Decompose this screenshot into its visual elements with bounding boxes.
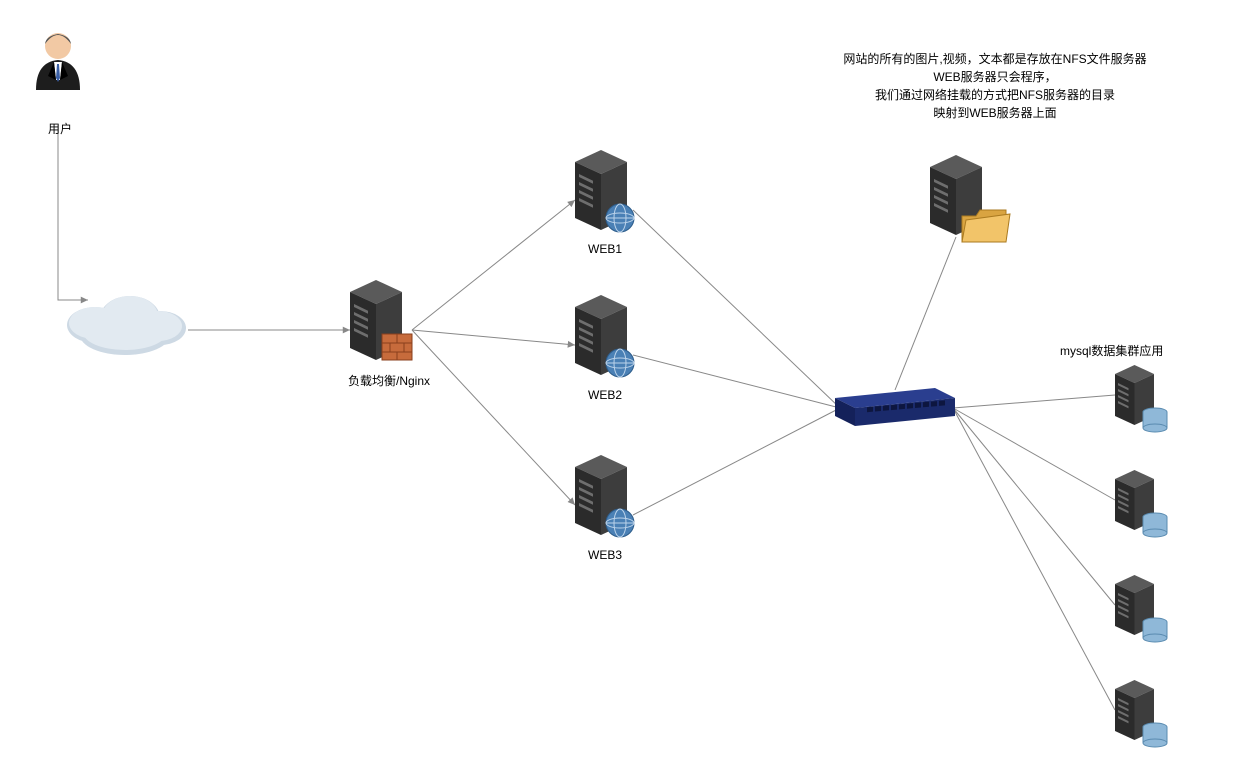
web1-label: WEB1 [588, 242, 622, 256]
user-label: 用户 [48, 120, 72, 137]
diagram-canvas: 用户 负载均衡/Nginx WEB1 WEB2 WEB3 mysql数据集群应用… [0, 0, 1256, 760]
nfs-server-icon [930, 155, 1010, 242]
web2-label: WEB2 [588, 388, 622, 402]
web2-server-icon [575, 295, 634, 377]
switch-icon [835, 388, 955, 426]
desc-line4: 映射到WEB服务器上面 [840, 104, 1150, 122]
web3-label: WEB3 [588, 548, 622, 562]
nfs-description: 网站的所有的图片,视频，文本都是存放在NFS文件服务器 WEB服务器只会程序， … [840, 50, 1150, 122]
mysql-label: mysql数据集群应用 [1060, 342, 1163, 359]
db3-server-icon [1115, 575, 1167, 642]
cloud-icon [67, 296, 186, 355]
db4-server-icon [1115, 680, 1167, 747]
db1-server-icon [1115, 365, 1167, 432]
web1-server-icon [575, 150, 634, 232]
desc-line3: 我们通过网络挂载的方式把NFS服务器的目录 [840, 86, 1150, 104]
web3-server-icon [575, 455, 634, 537]
desc-line2: WEB服务器只会程序， [840, 68, 1150, 86]
desc-line1: 网站的所有的图片,视频，文本都是存放在NFS文件服务器 [840, 50, 1150, 68]
nginx-server-icon [350, 280, 412, 360]
nginx-label: 负载均衡/Nginx [348, 372, 430, 389]
db2-server-icon [1115, 470, 1167, 537]
user-icon [36, 33, 80, 90]
